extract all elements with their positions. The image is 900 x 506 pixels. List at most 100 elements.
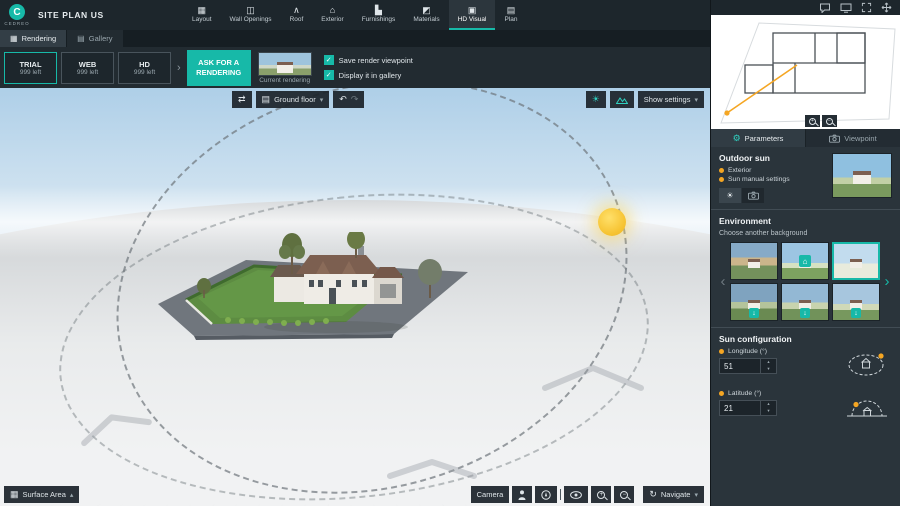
furnishings-icon: ▙ <box>375 6 382 15</box>
house-3d-model[interactable] <box>146 232 481 342</box>
latitude-input[interactable] <box>720 401 760 415</box>
tab-viewpoint[interactable]: Viewpoint <box>806 129 900 147</box>
chevron-down-icon: ▾ <box>320 96 324 104</box>
hd-visual-icon: ▣ <box>468 6 477 15</box>
menu-item-materials[interactable]: ◩ Materials <box>404 0 448 30</box>
option-sun-manual-label: Sun manual settings <box>728 176 790 183</box>
menu-item-exterior[interactable]: ⌂ Exterior <box>312 0 352 30</box>
stepper-up-icon[interactable]: ▴ <box>761 359 776 366</box>
environment-display-toggle[interactable] <box>610 91 634 108</box>
credits-more-chevron-icon[interactable]: › <box>175 62 183 74</box>
credit-web[interactable]: WEB 999 left <box>61 52 114 84</box>
move-icon[interactable] <box>881 2 892 13</box>
sun-preview-thumbnail[interactable] <box>832 153 892 198</box>
gallery-icon: ▤ <box>77 34 85 43</box>
person-view-button[interactable] <box>512 486 532 503</box>
credit-trial[interactable]: TRIAL 999 left <box>4 52 57 84</box>
carousel-next-icon[interactable]: › <box>883 274 891 289</box>
main-area: C CEDREO SITE PLAN US ▦ Layout ◫ Wall Op… <box>0 0 710 506</box>
viewport-toolbar: ⇄ ▤ Ground floor ▾ ↶ ↷ <box>232 91 364 108</box>
sun-display-toggle[interactable]: ☀ <box>586 91 606 108</box>
parameters-panel: Outdoor sun Exterior Sun manual settings… <box>711 147 900 506</box>
stepper-down-icon[interactable]: ▾ <box>761 366 776 373</box>
stepper-down-icon[interactable]: ▾ <box>761 408 776 415</box>
zoom-out-icon: − <box>620 491 628 499</box>
project-title: SITE PLAN US <box>38 10 104 20</box>
sun-handle[interactable] <box>598 208 626 236</box>
tab-gallery-label: Gallery <box>89 34 113 43</box>
redo-icon[interactable]: ↷ <box>351 94 359 105</box>
longitude-steppers: ▴ ▾ <box>760 359 776 373</box>
checkbox-display-gallery[interactable]: ✓ <box>324 70 334 80</box>
chevron-down-icon: ▾ <box>694 96 698 104</box>
carousel-prev-icon[interactable]: ‹ <box>719 274 727 289</box>
show-settings-dropdown[interactable]: Show settings ▾ <box>638 91 704 108</box>
menu-item-roof[interactable]: ∧ Roof <box>281 0 313 30</box>
tab-viewpoint-label: Viewpoint <box>844 134 876 143</box>
navigate-label: Navigate <box>661 490 691 499</box>
background-carousel: ‹ ⌂ ↓ ↓ ↓ <box>719 242 892 321</box>
menu-item-layout[interactable]: ▦ Layout <box>183 0 221 30</box>
longitude-label: Longitude (°) <box>728 348 767 355</box>
person-icon <box>518 490 526 500</box>
stepper-up-icon[interactable]: ▴ <box>761 401 776 408</box>
camera-button[interactable]: Camera <box>471 486 510 503</box>
download-icon[interactable]: ↓ <box>851 308 861 318</box>
current-rendering-thumb[interactable] <box>258 52 312 76</box>
background-thumb-selected[interactable] <box>832 242 880 280</box>
visibility-button[interactable] <box>564 486 588 503</box>
sun-settings-tab[interactable]: ☀ <box>719 188 741 203</box>
background-thumb[interactable]: ↓ <box>781 283 829 321</box>
right-panel: + − ⚙ Parameters Viewpoint <box>710 0 900 506</box>
floor-selector-dropdown[interactable]: ▤ Ground floor ▾ <box>256 91 330 108</box>
option-label: Save render viewpoint <box>339 56 413 65</box>
background-thumb[interactable]: ⌂ <box>781 242 829 280</box>
cedreo-logo-icon[interactable]: C <box>9 4 25 20</box>
floor-plan-minimap[interactable]: + − <box>711 15 900 129</box>
longitude-input[interactable] <box>720 359 760 373</box>
zoom-out-button[interactable]: − <box>614 486 634 503</box>
background-thumb[interactable] <box>730 242 778 280</box>
zoom-in-button[interactable]: + <box>591 486 611 503</box>
tab-parameters-label: Parameters <box>745 134 784 143</box>
navigate-dropdown[interactable]: ↻ Navigate ▾ <box>643 486 704 503</box>
viewport-3d[interactable]: ⇄ ▤ Ground floor ▾ ↶ ↷ ☀ <box>0 88 710 506</box>
menu-item-hd-visual[interactable]: ▣ HD Visual <box>449 0 496 30</box>
option-save-viewpoint[interactable]: ✓ Save render viewpoint <box>324 55 413 65</box>
topbar: C CEDREO SITE PLAN US ▦ Layout ◫ Wall Op… <box>0 0 710 30</box>
panel-tabs: ⚙ Parameters Viewpoint <box>711 129 900 147</box>
layout-icon: ▦ <box>198 6 207 15</box>
tab-rendering[interactable]: ▦ Rendering <box>0 30 66 47</box>
orange-dot-icon <box>719 177 724 182</box>
refresh-view-button[interactable]: ⇄ <box>232 91 252 108</box>
tab-parameters[interactable]: ⚙ Parameters <box>711 129 805 147</box>
download-icon[interactable]: ↓ <box>749 308 759 318</box>
chat-icon[interactable] <box>819 3 831 13</box>
menu-item-plan[interactable]: ▤ Plan <box>495 0 526 30</box>
undo-icon[interactable]: ↶ <box>339 94 347 105</box>
longitude-row: Longitude (°) ▴ ▾ <box>719 348 892 380</box>
compass-button[interactable] <box>535 486 557 503</box>
background-thumbnails: ⌂ ↓ ↓ ↓ <box>730 242 880 321</box>
option-display-gallery[interactable]: ✓ Display it in gallery <box>324 70 413 80</box>
sun-position-dot <box>724 110 729 115</box>
credit-hd[interactable]: HD 999 left <box>118 52 171 84</box>
ask-rendering-button[interactable]: ASK FOR A RENDERING <box>187 50 251 86</box>
minimap-zoom-controls: + − <box>805 115 837 127</box>
download-icon[interactable]: ↓ <box>800 308 810 318</box>
navigate-orbit-icon: ↻ <box>649 489 657 500</box>
surface-area-button[interactable]: ▦ Surface Area ▴ <box>4 486 79 503</box>
photo-mode-tab[interactable] <box>742 188 764 203</box>
sun-configuration-heading: Sun configuration <box>719 334 892 344</box>
background-thumb[interactable]: ↓ <box>730 283 778 321</box>
menu-item-wall-openings[interactable]: ◫ Wall Openings <box>221 0 281 30</box>
app-window: C CEDREO SITE PLAN US ▦ Layout ◫ Wall Op… <box>0 0 900 506</box>
menu-item-furnishings[interactable]: ▙ Furnishings <box>353 0 405 30</box>
minimap-zoom-in-button[interactable]: + <box>805 115 820 127</box>
fullscreen-icon[interactable] <box>861 2 872 13</box>
minimap-zoom-out-button[interactable]: − <box>822 115 837 127</box>
background-thumb[interactable]: ↓ <box>832 283 880 321</box>
display-icon[interactable] <box>840 3 852 13</box>
checkbox-save-viewpoint[interactable]: ✓ <box>324 55 334 65</box>
tab-gallery[interactable]: ▤ Gallery <box>67 30 122 47</box>
